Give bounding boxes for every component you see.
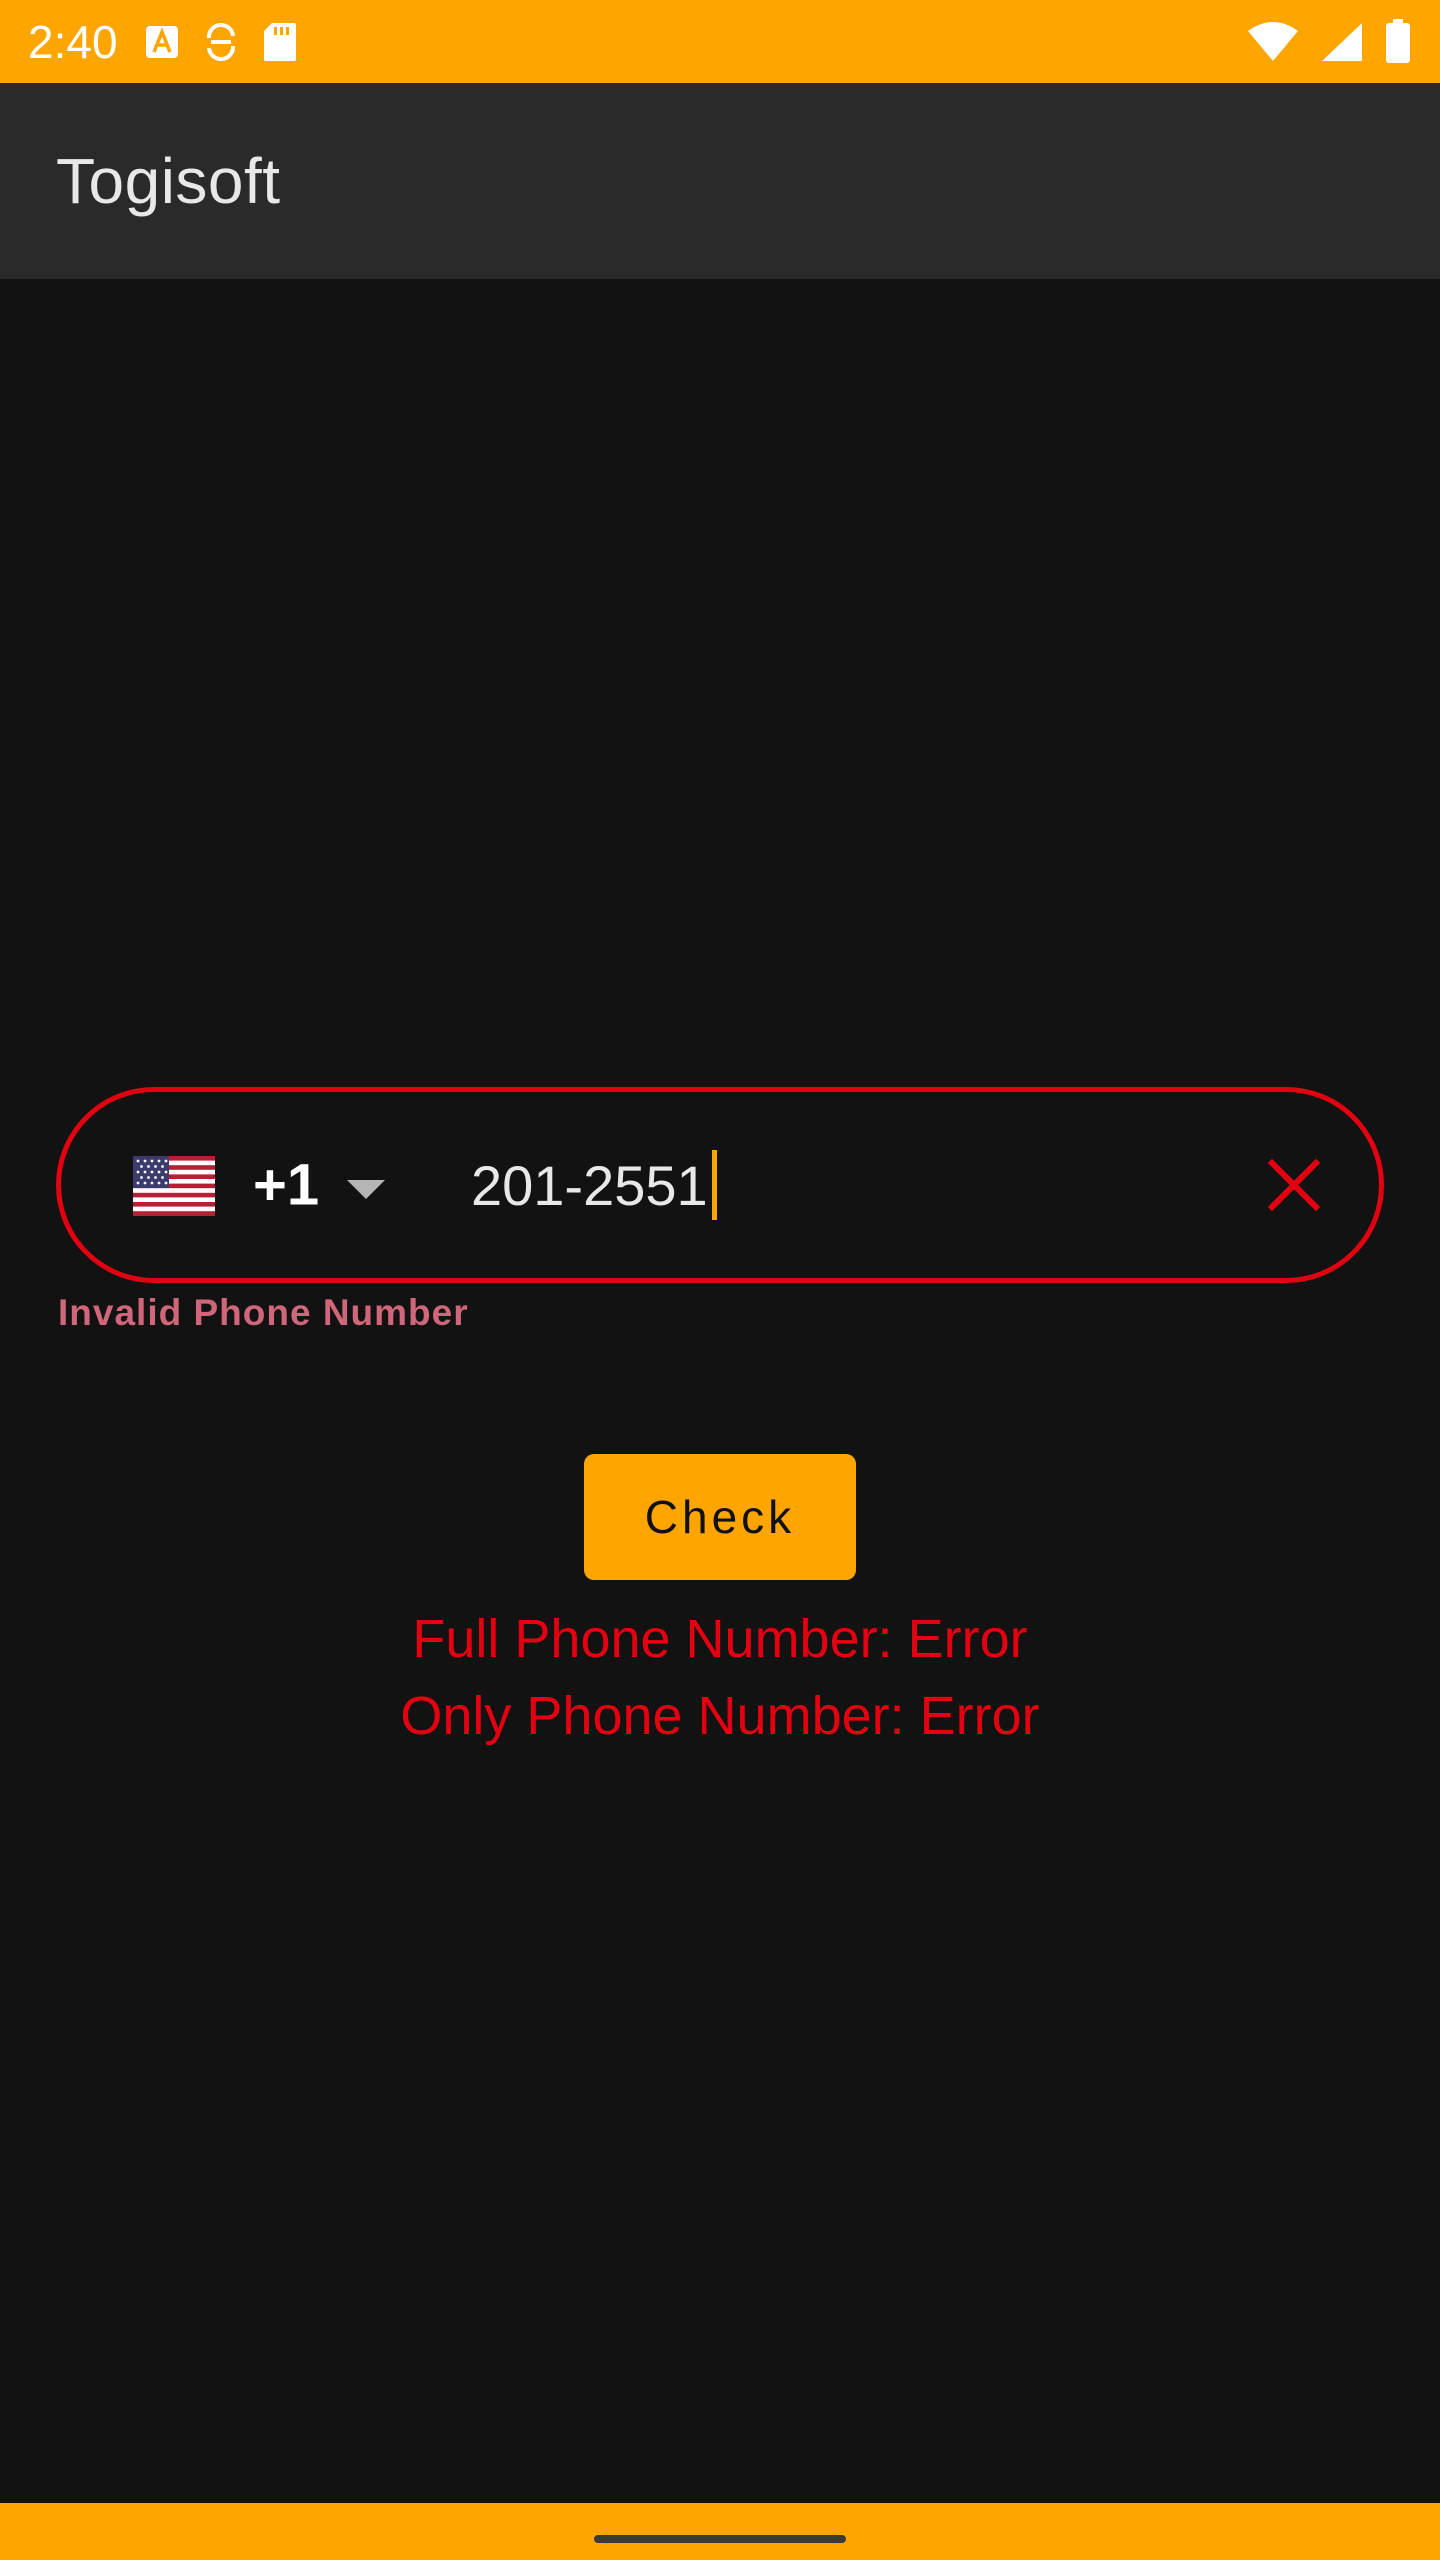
status-icons-left (144, 21, 298, 63)
app-title: Togisoft (56, 145, 281, 217)
status-time: 2:40 (28, 15, 118, 68)
close-icon[interactable] (1266, 1157, 1322, 1213)
us-flag-icon[interactable] (133, 1156, 215, 1216)
country-dial-code[interactable]: +1 (253, 1152, 319, 1219)
sd-card-icon (262, 21, 298, 63)
home-gesture-handle[interactable] (594, 2535, 846, 2543)
font-a-icon (144, 24, 180, 60)
status-bar: 2:40 (0, 0, 1440, 83)
phone-input-value[interactable]: 201-2551 (471, 1153, 708, 1218)
sync-icon (202, 22, 240, 62)
wifi-icon (1246, 21, 1300, 63)
only-phone-result: Only Phone Number: Error (400, 1686, 1040, 1746)
phone-error-text: Invalid Phone Number (58, 1292, 469, 1333)
check-button[interactable]: Check (584, 1454, 856, 1580)
navigation-bar (0, 2503, 1440, 2560)
signal-icon (1320, 21, 1364, 63)
status-icons-right (1246, 18, 1412, 65)
clear-button[interactable] (1259, 1150, 1329, 1220)
country-dropdown-icon[interactable] (347, 1180, 385, 1199)
text-cursor (711, 1150, 717, 1220)
phone-number-field[interactable]: +1 201-2551 (56, 1087, 1384, 1283)
app-bar: Togisoft (0, 83, 1440, 279)
phone-input[interactable]: 201-2551 (471, 1150, 717, 1220)
battery-icon (1384, 18, 1412, 65)
full-phone-result: Full Phone Number: Error (412, 1609, 1028, 1669)
